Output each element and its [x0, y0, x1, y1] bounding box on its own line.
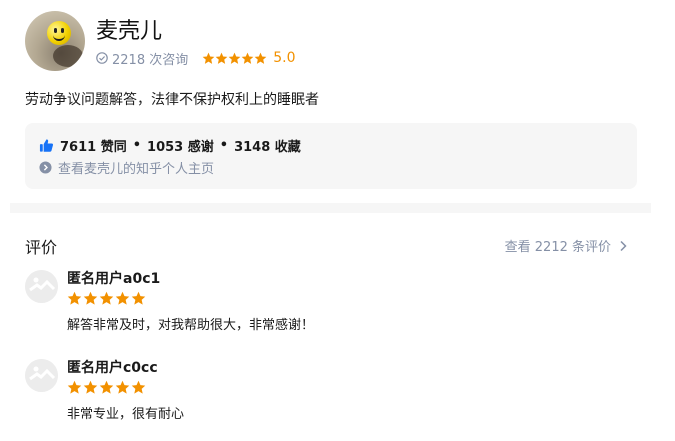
reviewer-name: 匿名用户c0cc	[67, 360, 158, 376]
likes-count: 7611 赞同	[60, 140, 127, 155]
reviewer-avatar	[25, 270, 58, 303]
check-circle-icon	[96, 52, 108, 64]
avatar-shadow	[53, 45, 83, 67]
section-divider	[10, 203, 651, 213]
profile-name[interactable]: 麦壳儿	[96, 13, 162, 45]
star-icon	[67, 291, 82, 305]
review-text: 非常专业，很有耐心	[67, 407, 185, 422]
star-icon	[131, 291, 146, 305]
star-icon	[131, 380, 146, 394]
view-all-reviews-link[interactable]: 查看 2212 条评价	[505, 236, 629, 255]
thumbs-up-icon	[39, 139, 54, 152]
arrow-circle-right-icon	[39, 161, 52, 174]
avatar-placeholder-icon	[25, 359, 58, 392]
stats-row: 7611 赞同 • 1053 感谢 • 3148 收藏	[39, 136, 301, 155]
reviewer-name: 匿名用户a0c1	[67, 271, 161, 287]
view-all-label: 查看 2212 条评价	[504, 240, 611, 255]
thanks-count: 1053 感谢	[147, 140, 214, 155]
smiley-ball	[47, 21, 71, 45]
smiley-mouth	[53, 33, 65, 41]
consult-count: 2218 次咨询	[112, 52, 189, 68]
chevron-right-icon	[620, 240, 627, 251]
profile-link-label: 查看麦壳儿的知乎个人主页	[58, 162, 215, 177]
avatar[interactable]	[25, 11, 85, 71]
star-icon	[99, 291, 114, 305]
favorites-count: 3148 收藏	[234, 140, 301, 155]
review-stars	[67, 291, 147, 306]
star-icon	[83, 291, 98, 305]
reviews-title: 评价	[25, 238, 58, 257]
profile-meta: 2218 次咨询 5.0	[96, 49, 296, 68]
star-icon	[99, 380, 114, 394]
star-icon	[254, 52, 267, 64]
star-icon	[215, 52, 228, 64]
review-stars	[67, 380, 147, 395]
separator-dot: •	[132, 138, 142, 153]
review-item: 匿名用户a0c1 解答非常及时，对我帮助很大，非常感谢！	[25, 268, 637, 338]
star-icon	[202, 52, 215, 64]
rating-stars	[202, 52, 267, 65]
star-icon	[115, 291, 130, 305]
separator-dot: •	[219, 138, 229, 153]
star-icon	[83, 380, 98, 394]
profile-link[interactable]: 查看麦壳儿的知乎个人主页	[39, 158, 214, 177]
star-icon	[67, 380, 82, 394]
review-text: 解答非常及时，对我帮助很大，非常感谢！	[67, 318, 315, 333]
star-icon	[228, 52, 241, 64]
profile-bio: 劳动争议问题解答，法律不保护权利上的睡眠者	[25, 92, 319, 108]
review-item: 匿名用户c0cc 非常专业，很有耐心	[25, 357, 637, 427]
star-icon	[115, 380, 130, 394]
reviewer-avatar	[25, 359, 58, 392]
star-icon	[241, 52, 254, 64]
rating-score: 5.0	[273, 50, 296, 66]
stats-card: 7611 赞同 • 1053 感谢 • 3148 收藏 查看麦壳儿的知乎个人主页	[25, 123, 637, 189]
avatar-placeholder-icon	[25, 270, 58, 303]
